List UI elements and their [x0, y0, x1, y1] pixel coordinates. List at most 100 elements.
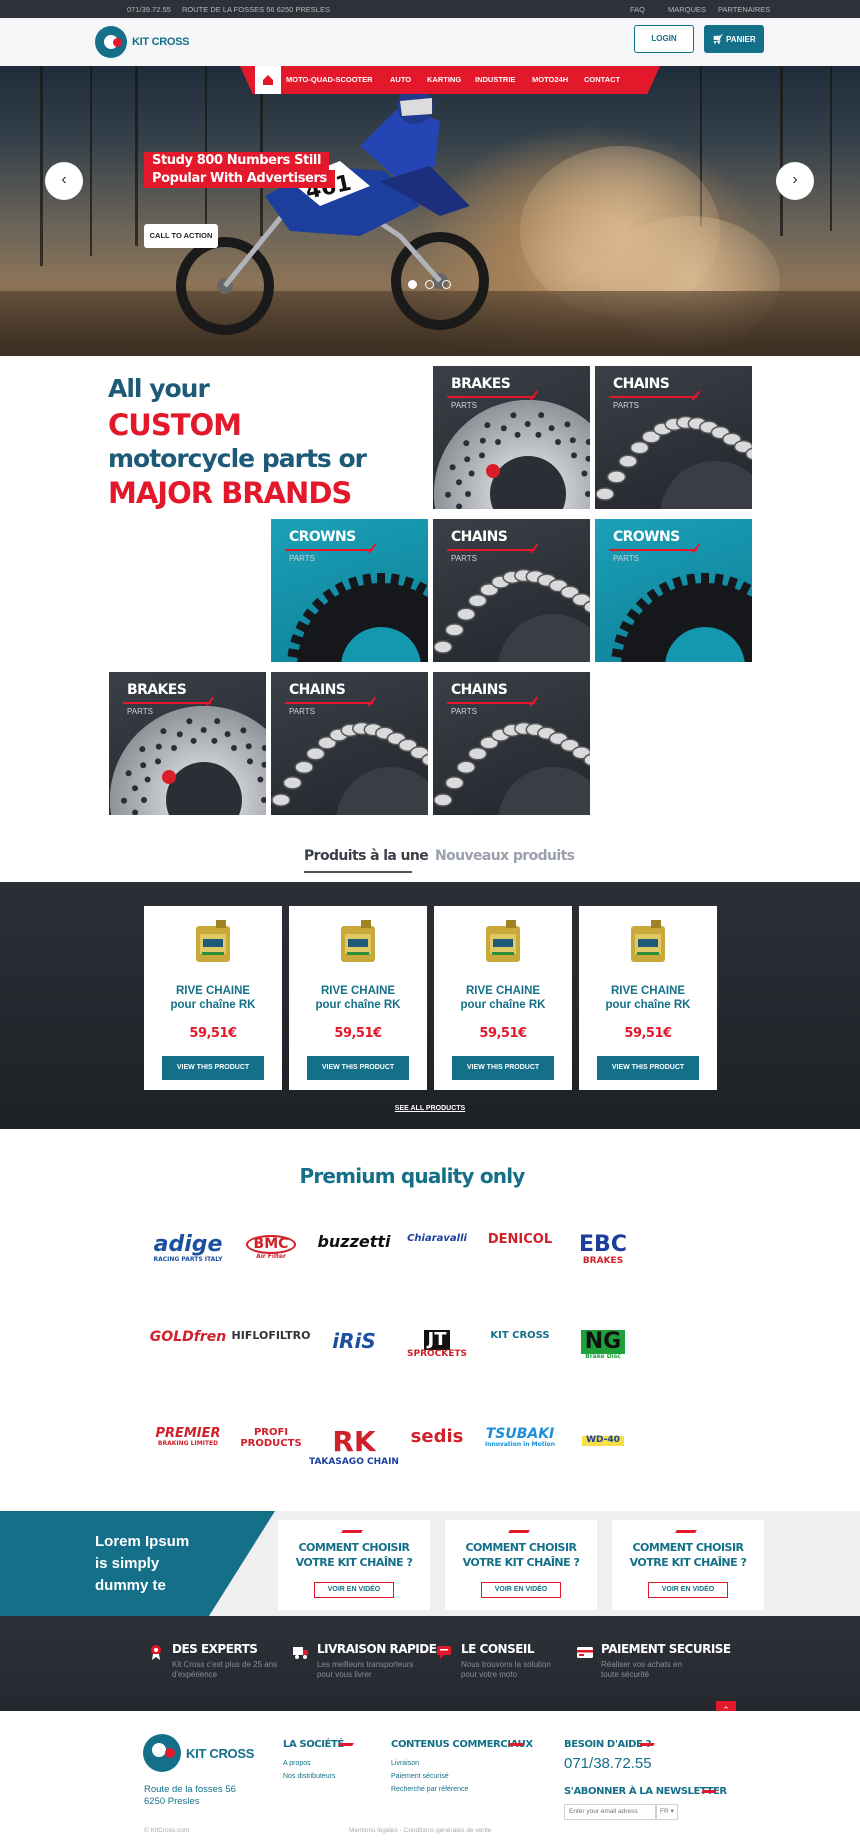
top-phone[interactable]: 071/39.72.55 — [127, 5, 171, 14]
tree-decoration — [830, 66, 832, 231]
view-product-button[interactable]: VIEW THIS PRODUCT — [162, 1056, 264, 1080]
brand-logo-ng[interactable]: NG Brake Disc — [558, 1329, 648, 1361]
category-tile-chains[interactable]: CHAINS PARTS — [271, 672, 428, 815]
cart-button[interactable]: 🛒︎ PANIER — [704, 25, 764, 53]
brand-logo-profi-products[interactable]: PROFI PRODUCTS — [226, 1427, 316, 1449]
promo-card-slash — [675, 1530, 697, 1533]
nav-item-contact[interactable]: CONTACT — [584, 75, 620, 84]
brand-logo-goldfren[interactable]: GOLDfren — [143, 1329, 233, 1345]
lang-value: FR — [660, 1808, 669, 1815]
footer-address-line1: Route de la fosses 56 — [144, 1784, 236, 1795]
brand-logo-tsubaki[interactable]: TSUBAKI Innovation in Motion — [475, 1426, 565, 1449]
brand-logo-iris[interactable]: iRiS — [309, 1330, 399, 1352]
category-tile-crowns[interactable]: CROWNS PARTS — [595, 519, 752, 662]
brand-logo-premier[interactable]: PREMIER BRAKING LIMITED — [143, 1426, 233, 1448]
product-name[interactable]: RIVE CHAINE pour chaîne RK — [144, 984, 282, 1012]
nav-item-auto[interactable]: AUTO — [390, 75, 411, 84]
header: KIT CROSS LOGIN 🛒︎ PANIER — [0, 18, 860, 66]
hero-prev-button[interactable]: ‹ — [45, 162, 83, 200]
brand-logo-ebc[interactable]: EBC BRAKES — [558, 1232, 648, 1267]
footer-link-paiement[interactable]: Paiement sécurisé — [391, 1773, 449, 1780]
footer-link-apropos[interactable]: A propos — [283, 1760, 311, 1767]
brand-logo-adige[interactable]: adige RACING PARTS ITALY — [143, 1232, 233, 1264]
nav-item-industrie[interactable]: INDUSTRIE — [475, 75, 515, 84]
brand-logo-kit-cross[interactable]: KIT CROSS — [475, 1330, 565, 1341]
footer-logo[interactable]: KIT CROSS — [143, 1734, 263, 1774]
tree-decoration — [90, 66, 92, 256]
footer-address-line2: 6250 Presles — [144, 1796, 200, 1807]
logo-text: KIT CROSS — [132, 36, 190, 48]
category-tile-chains[interactable]: CHAINS PARTS — [595, 366, 752, 509]
award-icon — [151, 1645, 161, 1660]
product-price: 59,51€ — [624, 1026, 672, 1041]
category-tile-chains[interactable]: CHAINS PARTS — [433, 519, 590, 662]
product-card[interactable]: RIVE CHAINE pour chaîne RK 59,51€ VIEW TH… — [434, 906, 572, 1090]
category-tile-crowns[interactable]: CROWNS PARTS — [271, 519, 428, 662]
nav-item-moto[interactable]: MOTO-QUAD-SCOOTER — [286, 75, 373, 84]
promo-card: COMMENT CHOISIR VOTRE KIT CHAÎNE ? VOIR E… — [278, 1520, 430, 1610]
brand-logo-rk[interactable]: RK TAKASAGO CHAIN — [309, 1426, 399, 1468]
brand-logo-bmc[interactable]: BMC Air Filter — [226, 1233, 316, 1261]
nav-item-moto24h[interactable]: MOTO24H — [532, 75, 568, 84]
brand-logo-hiflofiltro[interactable]: HIFLOFILTRO — [226, 1329, 316, 1342]
product-name[interactable]: RIVE CHAINE pour chaîne RK — [434, 984, 572, 1012]
login-button[interactable]: LOGIN — [634, 25, 694, 53]
category-tile-brakes[interactable]: BRAKES PARTS — [433, 366, 590, 509]
product-card[interactable]: RIVE CHAINE pour chaîne RK 59,51€ VIEW TH… — [289, 906, 427, 1090]
brand-logo-denicol[interactable]: DENICOL — [475, 1232, 565, 1247]
footer-logo-dot-icon — [165, 1748, 175, 1758]
main-nav: MOTO-QUAD-SCOOTER AUTO KARTING INDUSTRIE… — [240, 66, 660, 94]
nav-item-karting[interactable]: KARTING — [427, 75, 461, 84]
product-card[interactable]: RIVE CHAINE pour chaîne RK 59,51€ VIEW TH… — [144, 906, 282, 1090]
hero-next-button[interactable]: › — [776, 162, 814, 200]
product-name[interactable]: RIVE CHAINE pour chaîne RK — [289, 984, 427, 1012]
brand-logo-jt[interactable]: JT SPROCKETS — [392, 1330, 482, 1360]
category-tile-brakes[interactable]: BRAKES PARTS — [109, 672, 266, 815]
view-product-button[interactable]: VIEW THIS PRODUCT — [452, 1056, 554, 1080]
slide-dot-2[interactable] — [425, 280, 434, 289]
tile-underline — [285, 702, 373, 704]
product-name[interactable]: RIVE CHAINE pour chaîne RK — [579, 984, 717, 1012]
tile-underline — [285, 549, 373, 551]
see-all-products-link[interactable]: SEE ALL PRODUCTS — [0, 1105, 860, 1112]
view-product-button[interactable]: VIEW THIS PRODUCT — [597, 1056, 699, 1080]
slide-dot-1[interactable] — [408, 280, 417, 289]
footer-link-recherche[interactable]: Recherche par référence — [391, 1786, 468, 1793]
chevron-down-icon: ▾ — [668, 1808, 674, 1815]
newsletter-lang-select[interactable]: FR ▾ — [656, 1804, 678, 1820]
tab-featured-products[interactable]: Produits à la une — [304, 848, 429, 864]
chevron-right-icon: › — [792, 171, 798, 188]
tile-subtitle: PARTS — [451, 554, 477, 563]
brand-name: PROFI PRODUCTS — [240, 1427, 302, 1449]
newsletter-email-input[interactable]: Enter your email adress — [564, 1804, 656, 1820]
view-product-button[interactable]: VIEW THIS PRODUCT — [307, 1056, 409, 1080]
promo-card-slash — [341, 1530, 363, 1533]
tab-new-products[interactable]: Nouveaux produits — [435, 848, 575, 864]
brand-logo-wd-40[interactable]: WD-40 — [558, 1427, 648, 1446]
footer-link-distributeurs[interactable]: Nos distributeurs — [283, 1773, 336, 1780]
nav-home-button[interactable] — [255, 66, 281, 94]
tile-underline — [447, 549, 535, 551]
brand-logo-chiaravalli[interactable]: Chiaravalli — [392, 1233, 482, 1244]
top-link-marques[interactable]: MARQUES — [668, 5, 706, 14]
category-tile-chains[interactable]: CHAINS PARTS — [433, 672, 590, 815]
watch-video-button[interactable]: VOIR EN VIDÉO — [481, 1582, 561, 1598]
brand-logo-sedis[interactable]: sedis — [392, 1427, 482, 1447]
product-card[interactable]: RIVE CHAINE pour chaîne RK 59,51€ VIEW TH… — [579, 906, 717, 1090]
watch-video-button[interactable]: VOIR EN VIDÉO — [314, 1582, 394, 1598]
footer-help-phone[interactable]: 071/38.72.55 — [564, 1755, 652, 1772]
footer-link-livraison[interactable]: Livraison — [391, 1760, 419, 1767]
footer-legal-links[interactable]: Mentions légales - Conditions générales … — [349, 1827, 491, 1834]
slide-dot-3[interactable] — [442, 280, 451, 289]
brand-name: buzzetti — [317, 1232, 391, 1251]
top-link-partenaires[interactable]: PARTENAIRES — [718, 5, 770, 14]
hero-cta-button[interactable]: CALL TO ACTION — [144, 224, 218, 248]
top-link-faq[interactable]: FAQ — [630, 5, 645, 14]
brand-tagline: BRAKES — [582, 1256, 624, 1267]
watch-video-button[interactable]: VOIR EN VIDÉO — [648, 1582, 728, 1598]
tile-title: CROWNS — [613, 529, 680, 545]
logo[interactable]: KIT CROSS — [95, 26, 195, 60]
brand-logo-buzzetti[interactable]: buzzetti — [309, 1233, 399, 1251]
promo-card: COMMENT CHOISIR VOTRE KIT CHAÎNE ? VOIR E… — [612, 1520, 764, 1610]
oil-can-icon — [341, 920, 375, 962]
